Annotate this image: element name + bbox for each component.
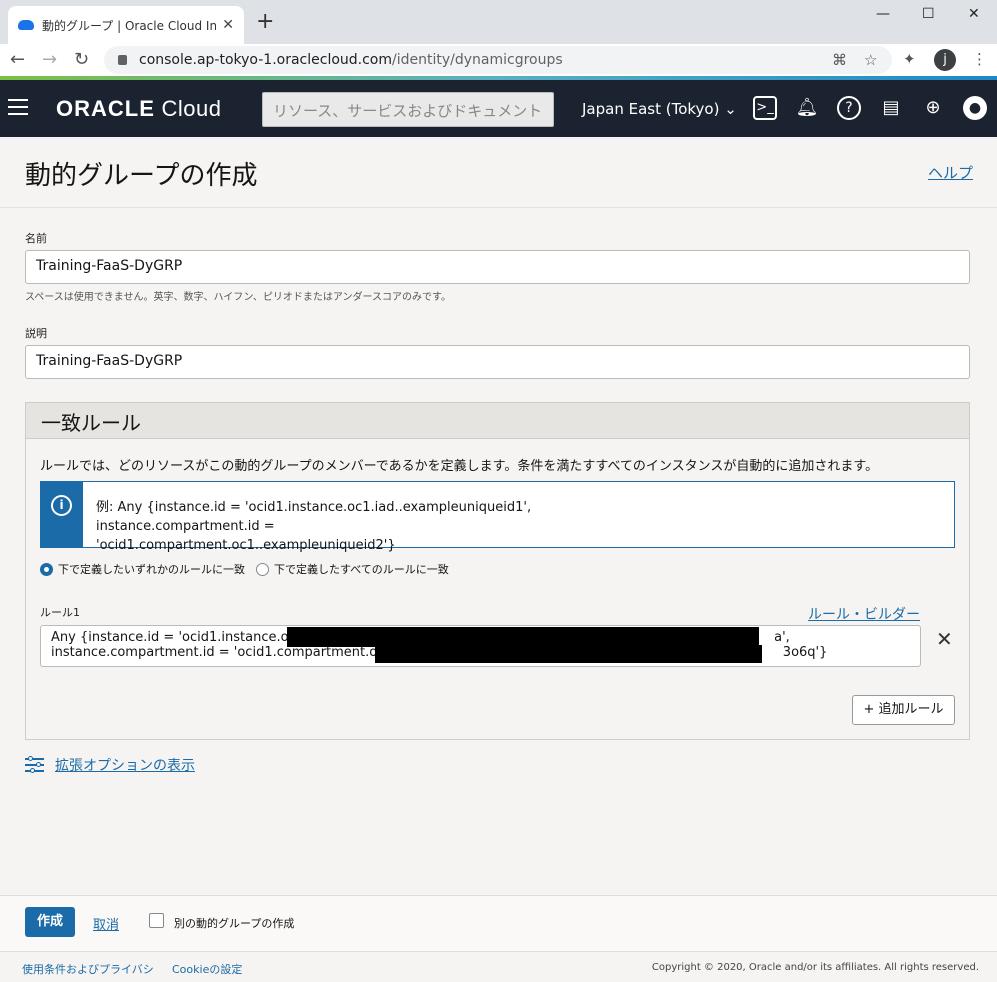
bell-icon[interactable]: 🔔︎ xyxy=(795,96,819,120)
page-title: 動的グループの作成 xyxy=(25,161,258,191)
redaction-bar xyxy=(287,627,759,647)
remove-rule-icon[interactable]: ✕ xyxy=(936,627,953,651)
advanced-options-toggle[interactable]: 拡張オプションの表示 xyxy=(25,755,195,775)
browser-tab[interactable]: 動的グループ | Oracle Cloud Infrast ✕ xyxy=(8,6,244,44)
radio-unselected-icon xyxy=(256,562,269,576)
legal-footer: 使用条件およびプライバシ Cookieの設定 Copyright © 2020,… xyxy=(0,951,997,982)
maximize-icon[interactable]: ☐ xyxy=(922,6,935,22)
extensions-icon[interactable]: ✦ xyxy=(903,50,916,68)
matching-rules-heading: 一致ルール xyxy=(26,403,969,439)
info-bar: i xyxy=(41,482,83,547)
cancel-link[interactable]: 取消 xyxy=(93,914,119,933)
address-bar[interactable]: console.ap-tokyo-1.oraclecloud.com/ident… xyxy=(104,46,892,74)
cloud-icon xyxy=(18,20,34,30)
forward-icon[interactable]: → xyxy=(42,49,57,70)
star-icon[interactable]: ☆ xyxy=(864,51,877,69)
name-label: 名前 xyxy=(25,232,47,245)
radio-selected-icon xyxy=(40,562,53,576)
language-globe-icon[interactable]: ⊕ xyxy=(921,96,945,120)
translate-icon[interactable]: ⌘ xyxy=(832,51,847,69)
description-field[interactable]: Training-FaaS-DyGRP xyxy=(25,345,970,379)
rule1-label: ルール1 xyxy=(40,606,80,619)
browser-toolbar: ← → ↻ console.ap-tokyo-1.oraclecloud.com… xyxy=(0,44,997,76)
rules-description: ルールでは、どのリソースがこの動的グループのメンバーであるかを定義します。条件を… xyxy=(40,459,879,474)
help-link[interactable]: ヘルプ xyxy=(928,162,973,183)
new-tab-icon[interactable]: + xyxy=(256,9,274,34)
reload-icon[interactable]: ↻ xyxy=(74,49,89,70)
radio-match-all[interactable]: 下で定義したすべてのルールに一致 xyxy=(256,561,449,577)
region-selector[interactable]: Japan East (Tokyo) ⌄ xyxy=(582,100,737,118)
browser-titlebar: 動的グループ | Oracle Cloud Infrast ✕ + — ☐ ✕ xyxy=(0,0,997,44)
console-header: ORACLE Cloud リソース、サービスおよびドキュメント Japan Ea… xyxy=(0,80,997,137)
oracle-cloud-logo[interactable]: ORACLE Cloud xyxy=(56,96,221,122)
close-tab-icon[interactable]: ✕ xyxy=(222,17,234,33)
rule-builder-link[interactable]: ルール・ビルダー xyxy=(808,604,920,624)
example-text: 例: Any {instance.id = 'ocid1.instance.oc… xyxy=(96,500,532,553)
sliders-icon xyxy=(25,756,44,774)
example-info-box: i 例: Any {instance.id = 'ocid1.instance.… xyxy=(40,481,955,553)
add-rule-button[interactable]: + 追加ルール xyxy=(852,695,955,725)
create-another-label: 別の動的グループの作成 xyxy=(174,917,295,930)
info-icon: i xyxy=(51,495,72,516)
cookie-settings-link[interactable]: Cookieの設定 xyxy=(172,961,242,977)
url-text: console.ap-tokyo-1.oraclecloud.com/ident… xyxy=(139,52,563,68)
help-icon[interactable]: ? xyxy=(837,96,861,120)
feedback-icon[interactable]: ▤ xyxy=(879,96,903,120)
minimize-icon[interactable]: — xyxy=(876,6,890,22)
tab-title: 動的グループ | Oracle Cloud Infrast xyxy=(42,18,217,33)
create-another-checkbox[interactable] xyxy=(149,913,164,928)
advanced-options-label: 拡張オプションの表示 xyxy=(55,758,195,774)
lock-icon xyxy=(118,55,127,65)
radio-match-any[interactable]: 下で定義したいずれかのルールに一致 xyxy=(40,561,245,577)
profile-avatar[interactable]: j xyxy=(934,49,956,71)
back-icon[interactable]: ← xyxy=(10,49,25,70)
search-input[interactable]: リソース、サービスおよびドキュメント xyxy=(262,92,554,127)
copyright-text: Copyright © 2020, Oracle and/or its affi… xyxy=(651,962,979,973)
user-profile-icon[interactable]: ● xyxy=(963,96,987,120)
close-window-icon[interactable]: ✕ xyxy=(968,6,980,22)
redaction-bar xyxy=(375,645,762,663)
hamburger-menu-icon[interactable] xyxy=(8,99,28,120)
name-hint: スペースは使用できません。英字、数字、ハイフン、ピリオドまたはアンダースコアのみ… xyxy=(25,292,451,303)
terms-privacy-link[interactable]: 使用条件およびプライバシ xyxy=(22,961,154,977)
cloud-shell-icon[interactable]: >_ xyxy=(753,96,777,120)
menu-dots-icon[interactable]: ⋮ xyxy=(972,50,987,68)
description-label: 説明 xyxy=(25,327,47,340)
create-button[interactable]: 作成 xyxy=(25,907,75,937)
name-field[interactable]: Training-FaaS-DyGRP xyxy=(25,250,970,284)
